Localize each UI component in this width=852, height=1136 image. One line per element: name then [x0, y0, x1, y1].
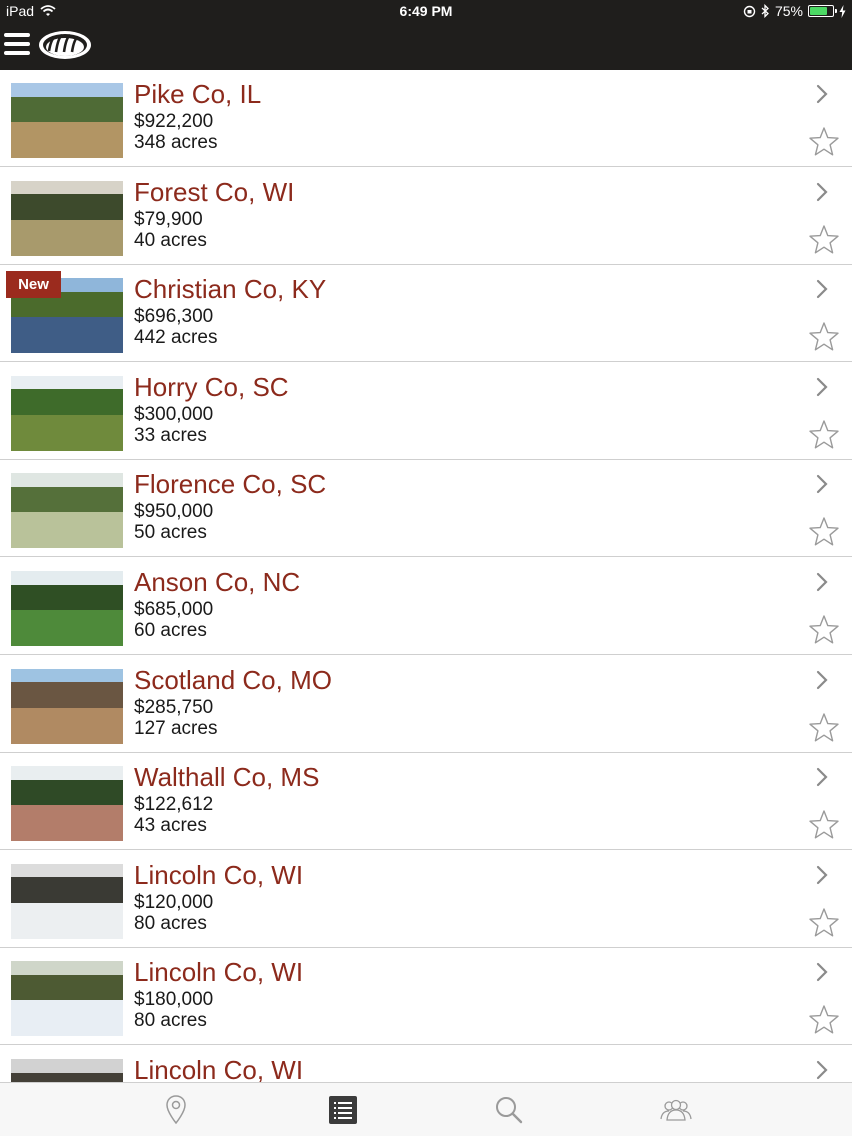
listing-photo[interactable] [11, 571, 123, 646]
listing-acres: 127 acres [134, 717, 218, 739]
hamburger-menu-icon[interactable] [4, 33, 30, 55]
favorite-star-icon[interactable] [808, 419, 840, 450]
chevron-right-icon[interactable] [813, 864, 831, 886]
tab-search[interactable] [479, 1083, 539, 1136]
chevron-right-icon[interactable] [813, 669, 831, 691]
listing-acres: 348 acres [134, 132, 218, 153]
listing-acres: 60 acres [134, 620, 207, 641]
favorite-star-icon[interactable] [808, 321, 840, 352]
map-pin-icon [166, 1095, 186, 1125]
listing-title[interactable]: Walthall Co, MS [134, 762, 319, 793]
listing-photo[interactable] [11, 961, 123, 1037]
listing-row[interactable]: Walthall Co, MS $122,612 43 acres [0, 753, 852, 851]
listing-photo[interactable] [11, 180, 123, 256]
listing-row[interactable]: Horry Co, SC $300,000 33 acres [0, 362, 852, 460]
listing-acres: 40 acres [134, 229, 207, 251]
bluetooth-icon [761, 4, 769, 18]
chevron-right-icon[interactable] [813, 571, 831, 593]
listing-row[interactable]: Forest Co, WI $79,900 40 acres [0, 167, 852, 265]
chevron-right-icon[interactable] [813, 766, 831, 788]
favorite-star-icon[interactable] [808, 516, 840, 547]
favorite-star-icon[interactable] [808, 907, 840, 938]
listing-title[interactable]: Forest Co, WI [134, 177, 294, 208]
favorite-star-icon[interactable] [808, 809, 840, 840]
favorite-star-icon[interactable] [808, 1004, 840, 1035]
listing-photo[interactable] [11, 375, 123, 451]
chevron-right-icon[interactable] [813, 376, 831, 398]
listing-acres: 43 acres [134, 815, 207, 837]
listing-price: $122,612 [134, 794, 214, 816]
listing-price: $300,000 [134, 403, 214, 425]
tab-map[interactable] [146, 1083, 206, 1136]
listing-list[interactable]: Pike Co, IL $922,200 348 acres Forest Co… [0, 70, 852, 1082]
listing-row[interactable]: Lincoln Co, WI [0, 1046, 852, 1082]
orientation-lock-icon [743, 5, 756, 17]
chevron-right-icon[interactable] [813, 181, 831, 203]
listing-title[interactable]: Horry Co, SC [134, 372, 289, 403]
list-icon [329, 1096, 357, 1124]
listing-photo[interactable] [11, 863, 123, 939]
charging-icon [839, 4, 846, 18]
listing-acres: 80 acres [134, 1010, 207, 1032]
listing-row[interactable]: New Christian Co, KY $696,300 442 acres [0, 265, 852, 363]
chevron-right-icon[interactable] [813, 1059, 831, 1081]
listing-acres: 50 acres [134, 522, 207, 544]
listing-title[interactable]: Anson Co, NC [134, 567, 300, 598]
listing-title[interactable]: Lincoln Co, WI [134, 860, 303, 891]
listing-row[interactable]: Scotland Co, MO $285,750 127 acres [0, 655, 852, 753]
tab-list[interactable] [313, 1083, 373, 1136]
listing-title[interactable]: Lincoln Co, WI [134, 957, 303, 988]
favorite-star-icon[interactable] [808, 224, 840, 255]
listing-price: $79,900 [134, 208, 203, 230]
listing-row[interactable]: Lincoln Co, WI $120,000 80 acres [0, 850, 852, 948]
listing-row[interactable]: Florence Co, SC $950,000 50 acres [0, 460, 852, 558]
paw-print-logo[interactable] [37, 29, 93, 61]
status-bar: iPad 6:49 PM 75% [0, 0, 852, 24]
favorite-star-icon[interactable] [808, 712, 840, 743]
battery-percent: 75% [774, 3, 803, 19]
listing-price: $180,000 [134, 989, 214, 1011]
listing-row[interactable]: Lincoln Co, WI $180,000 80 acres [0, 948, 852, 1046]
people-icon [660, 1099, 692, 1121]
listing-row[interactable]: Anson Co, NC $685,000 60 acres [0, 558, 852, 655]
chevron-right-icon[interactable] [813, 473, 831, 495]
listing-title[interactable]: Lincoln Co, WI [134, 1055, 303, 1082]
listing-acres: 80 acres [134, 912, 207, 934]
favorite-star-icon[interactable] [808, 614, 840, 645]
listing-row[interactable]: Pike Co, IL $922,200 348 acres [0, 70, 852, 167]
listing-photo[interactable] [11, 668, 123, 744]
chevron-right-icon[interactable] [813, 83, 831, 105]
search-icon [496, 1097, 523, 1124]
listing-acres: 33 acres [134, 424, 207, 446]
listing-price: $285,750 [134, 696, 214, 718]
battery-icon [808, 5, 837, 17]
tab-agents[interactable] [646, 1083, 706, 1136]
listing-acres: 442 acres [134, 327, 218, 349]
listing-photo[interactable] [11, 766, 123, 842]
listing-price: $696,300 [134, 306, 214, 328]
listing-price: $950,000 [134, 501, 214, 523]
listing-photo[interactable] [11, 473, 123, 549]
status-time: 6:49 PM [399, 3, 453, 19]
new-badge: New [6, 271, 61, 299]
listing-price: $120,000 [134, 891, 214, 913]
chevron-right-icon[interactable] [813, 961, 831, 983]
listing-photo[interactable] [11, 83, 123, 158]
listing-title[interactable]: Pike Co, IL [134, 79, 261, 110]
listing-title[interactable]: Florence Co, SC [134, 469, 326, 500]
listing-photo[interactable] [11, 1059, 123, 1082]
top-bar: iPad 6:49 PM 75% [0, 0, 852, 70]
listing-title[interactable]: Scotland Co, MO [134, 665, 332, 696]
listing-title[interactable]: Christian Co, KY [134, 274, 326, 305]
bottom-tab-bar [0, 1082, 852, 1136]
chevron-right-icon[interactable] [813, 278, 831, 300]
listing-price: $922,200 [134, 111, 214, 132]
listing-price: $685,000 [134, 599, 214, 620]
favorite-star-icon[interactable] [808, 126, 840, 157]
